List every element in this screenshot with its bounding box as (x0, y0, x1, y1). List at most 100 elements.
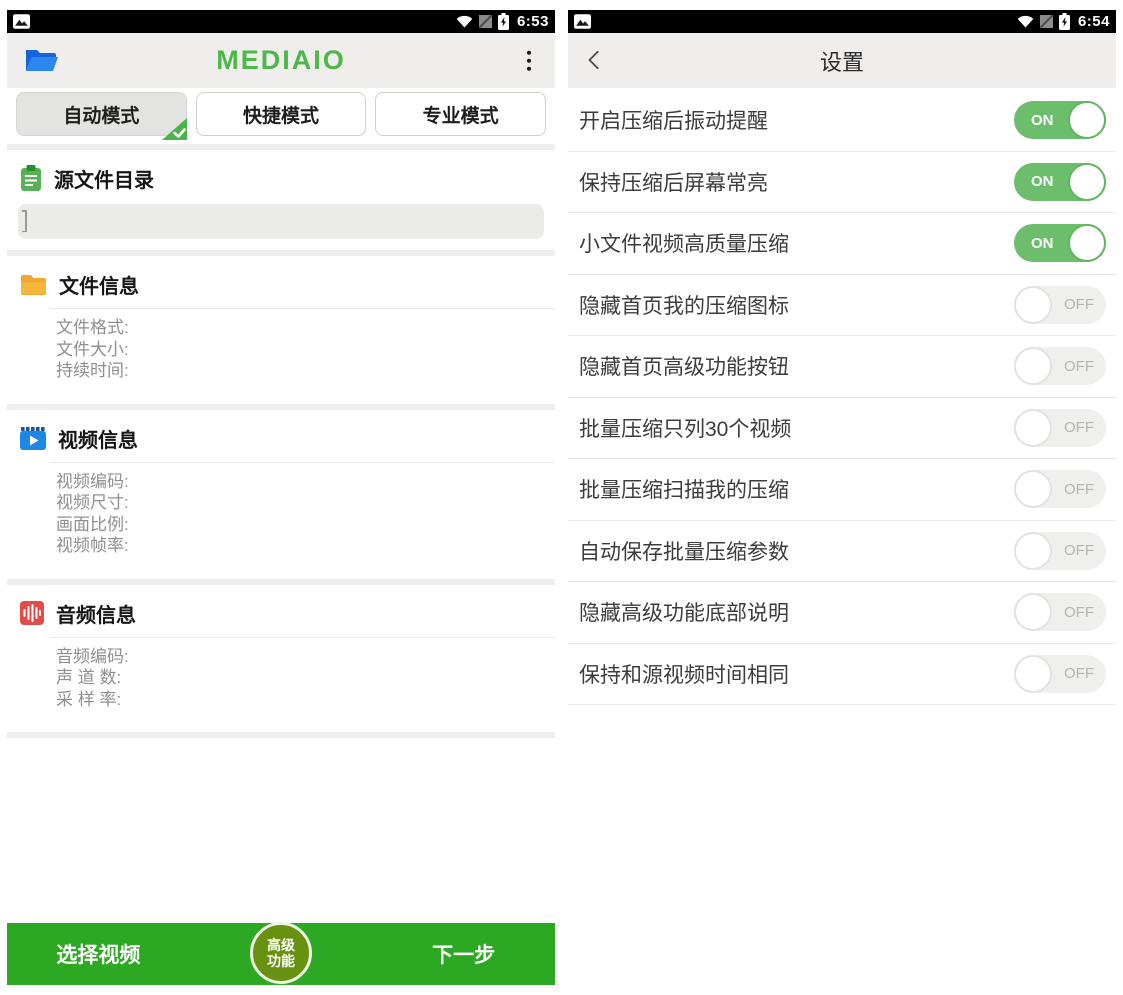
setting-label: 隐藏首页高级功能按钮 (579, 351, 789, 381)
toggle-switch[interactable]: ON (1014, 101, 1106, 139)
toggle-state-label: OFF (1064, 347, 1094, 385)
divider (50, 637, 555, 638)
source-dir-title: 源文件目录 (54, 164, 154, 193)
settings-header: 设置 (568, 33, 1116, 88)
toggle-switch[interactable]: OFF (1014, 470, 1106, 508)
file-info-labels: 文件格式: 文件大小: 持续时间: (7, 317, 555, 404)
setting-label: 小文件视频高质量压缩 (579, 228, 789, 258)
setting-label: 批量压缩只列30个视频 (579, 413, 791, 443)
toggle-knob (1014, 655, 1052, 693)
toggle-switch[interactable]: OFF (1014, 347, 1106, 385)
toggle-switch[interactable]: OFF (1014, 593, 1106, 631)
toggle-knob (1014, 409, 1052, 447)
toggle-knob (1068, 163, 1106, 201)
info-label: 文件大小: (56, 339, 555, 361)
file-info-title: 文件信息 (59, 270, 139, 299)
toggle-knob (1014, 286, 1052, 324)
video-icon (20, 427, 46, 450)
setting-row: 隐藏首页高级功能按钮 OFF (568, 336, 1116, 398)
toggle-state-label: OFF (1064, 593, 1094, 631)
status-bar: 6:53 (7, 10, 555, 33)
setting-label: 隐藏高级功能底部说明 (579, 597, 789, 627)
toggle-knob (1014, 347, 1052, 385)
check-badge-icon (162, 118, 187, 140)
video-info-labels: 视频编码: 视频尺寸: 画面比例: 视频帧率: (7, 471, 555, 579)
setting-row: 保持和源视频时间相同 OFF (568, 644, 1116, 706)
toggle-state-label: OFF (1064, 655, 1094, 693)
audio-info-title: 音频信息 (56, 599, 136, 628)
select-video-button[interactable]: 选择视频 (56, 939, 140, 969)
photo-notification-icon (574, 14, 591, 29)
settings-screen: 6:54 设置 开启压缩后振动提醒 ON 保持压缩后屏幕常亮 ON 小文件视频高… (568, 10, 1116, 985)
setting-row: 隐藏高级功能底部说明 OFF (568, 582, 1116, 644)
bottom-action-bar: 选择视频 高级 功能 下一步 (7, 923, 555, 985)
clock-time: 6:53 (517, 13, 549, 30)
tab-label: 快捷模式 (243, 101, 319, 128)
mode-tabs: 自动模式 快捷模式 专业模式 (7, 88, 555, 144)
info-label: 视频尺寸: (56, 492, 555, 514)
toggle-state-label: ON (1031, 163, 1054, 201)
tab-auto-mode[interactable]: 自动模式 (16, 92, 187, 136)
info-label: 视频帧率: (56, 535, 555, 557)
section-divider-bar (7, 732, 555, 738)
battery-charging-icon (498, 13, 509, 30)
setting-label: 自动保存批量压缩参数 (579, 536, 789, 566)
divider (50, 308, 555, 309)
tab-label: 专业模式 (423, 101, 499, 128)
back-chevron-icon[interactable] (584, 49, 606, 71)
toggle-knob (1068, 224, 1106, 262)
toggle-state-label: OFF (1064, 286, 1094, 324)
setting-label: 隐藏首页我的压缩图标 (579, 290, 789, 320)
page-title: 设置 (568, 45, 1116, 77)
audio-info-section: 音频信息 音频编码: 声 道 数: 采 样 率: (7, 585, 555, 733)
advanced-functions-button[interactable]: 高级 功能 (250, 922, 312, 984)
advanced-label-line2: 功能 (267, 953, 295, 969)
setting-row: 保持压缩后屏幕常亮 ON (568, 152, 1116, 214)
toggle-knob (1014, 593, 1052, 631)
info-label: 视频编码: (56, 471, 555, 493)
info-label: 音频编码: (56, 646, 555, 668)
toggle-switch[interactable]: OFF (1014, 655, 1106, 693)
tab-pro-mode[interactable]: 专业模式 (375, 92, 546, 136)
next-step-button[interactable]: 下一步 (432, 939, 495, 969)
clock-time: 6:54 (1078, 13, 1110, 30)
folder-icon (20, 274, 47, 295)
clipboard-icon (20, 165, 42, 192)
toggle-switch[interactable]: OFF (1014, 532, 1106, 570)
setting-label: 开启压缩后振动提醒 (579, 105, 768, 135)
toggle-switch[interactable]: OFF (1014, 286, 1106, 324)
wifi-icon (456, 15, 473, 28)
toggle-switch[interactable]: OFF (1014, 409, 1106, 447)
info-label: 画面比例: (56, 514, 555, 536)
app-bar: MEDIAIO (7, 33, 555, 88)
setting-row: 隐藏首页我的压缩图标 OFF (568, 275, 1116, 337)
source-dir-section: 源文件目录 (7, 150, 555, 239)
tab-quick-mode[interactable]: 快捷模式 (196, 92, 367, 136)
setting-row: 小文件视频高质量压缩 ON (568, 213, 1116, 275)
tab-label: 自动模式 (63, 101, 139, 128)
source-dir-input[interactable] (18, 204, 544, 239)
wifi-icon (1017, 15, 1034, 28)
info-label: 文件格式: (56, 317, 555, 339)
status-bar: 6:54 (568, 10, 1116, 33)
setting-row: 批量压缩扫描我的压缩 OFF (568, 459, 1116, 521)
audio-info-labels: 音频编码: 声 道 数: 采 样 率: (7, 646, 555, 733)
setting-row: 批量压缩只列30个视频 OFF (568, 398, 1116, 460)
divider (50, 462, 555, 463)
toggle-switch[interactable]: ON (1014, 163, 1106, 201)
toggle-knob (1068, 101, 1106, 139)
info-label: 声 道 数: (56, 667, 555, 689)
toggle-switch[interactable]: ON (1014, 224, 1106, 262)
open-folder-icon[interactable] (24, 47, 58, 73)
info-label: 持续时间: (56, 360, 555, 382)
no-signal-icon (479, 15, 492, 28)
settings-list: 开启压缩后振动提醒 ON 保持压缩后屏幕常亮 ON 小文件视频高质量压缩 ON … (568, 88, 1116, 705)
menu-kebab-icon[interactable] (527, 50, 532, 71)
setting-label: 保持和源视频时间相同 (579, 659, 789, 689)
info-label: 采 样 率: (56, 689, 555, 711)
toggle-state-label: ON (1031, 101, 1054, 139)
app-title: MEDIAIO (7, 45, 555, 76)
video-info-title: 视频信息 (58, 424, 138, 453)
photo-notification-icon (13, 14, 30, 29)
setting-row: 开启压缩后振动提醒 ON (568, 90, 1116, 152)
